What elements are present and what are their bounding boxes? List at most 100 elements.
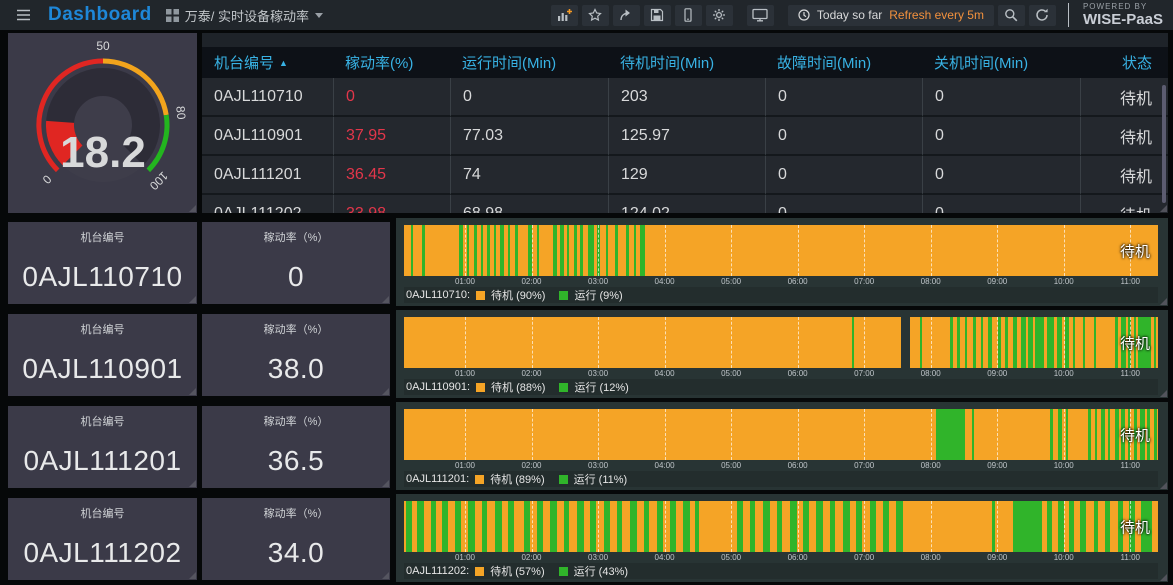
col-header-fault-time[interactable]: 故障时间(Min) [765, 47, 922, 78]
breadcrumb[interactable]: 万泰/ 实时设备稼动率 [165, 6, 323, 25]
card-title[interactable]: 稼动率（%） [202, 505, 390, 521]
resize-handle[interactable] [382, 296, 389, 303]
run-segment [410, 225, 413, 276]
run-segment [487, 225, 491, 276]
machine-id-card: 机台编号 0AJL110710 [8, 222, 197, 304]
card-title[interactable]: 稼动率（%） [202, 229, 390, 245]
resize-handle[interactable] [189, 205, 196, 212]
hour-gridline [864, 409, 866, 460]
time-range-picker[interactable]: Today so far Refresh every 5m [787, 4, 994, 26]
col-header-machine-id[interactable]: 机台编号 ▲ [202, 47, 333, 78]
legend-run[interactable]: 运行 (43%) [574, 563, 628, 579]
time-tick-label: 04:00 [654, 553, 675, 562]
legend-standby[interactable]: 待机 (57%) [490, 563, 544, 579]
resize-handle[interactable] [189, 572, 196, 579]
standby-swatch[interactable] [476, 290, 486, 300]
time-tick-label: 06:00 [787, 461, 808, 470]
standby-swatch[interactable] [476, 382, 486, 392]
run-segment [537, 501, 543, 552]
hour-gridline [1063, 501, 1065, 552]
card-title[interactable]: 机台编号 [8, 505, 197, 521]
current-state-label: 待机 [1119, 335, 1150, 352]
hour-gridline [997, 225, 999, 276]
standby-swatch[interactable] [475, 474, 485, 484]
navbar-actions: Today so far Refresh every 5m POWERED BY… [550, 3, 1165, 27]
legend-run[interactable]: 运行 (9%) [574, 287, 622, 303]
timeline-panel-0AJL111201: 待机 01:00 02:00 03:00 04:00 05:00 06:00 07:00 08… [396, 402, 1168, 490]
col-header-run-time[interactable]: 运行时间(Min) [450, 47, 608, 78]
card-title[interactable]: 机台编号 [8, 413, 197, 429]
resize-handle[interactable] [1160, 482, 1167, 489]
col-header-status[interactable]: 状态 [1080, 47, 1168, 78]
col-header-standby-time[interactable]: 待机时间(Min) [608, 47, 765, 78]
status-timeline: 待机 [404, 501, 1158, 552]
refresh-button[interactable] [1028, 4, 1056, 26]
col-header-off-time[interactable]: 关机时间(Min) [922, 47, 1080, 78]
card-title[interactable]: 机台编号 [8, 321, 197, 337]
save-button[interactable] [643, 4, 671, 26]
time-tick-label: 07:00 [854, 553, 875, 562]
run-swatch[interactable] [558, 566, 568, 576]
legend-standby[interactable]: 待机 (89%) [490, 471, 544, 487]
run-segment [455, 501, 461, 552]
time-tick-label: 07:00 [854, 461, 875, 470]
run-swatch[interactable] [559, 290, 569, 300]
resize-handle[interactable] [1160, 298, 1167, 305]
resize-handle[interactable] [382, 572, 389, 579]
cell-off-time: 0 [922, 78, 1080, 117]
run-segment [980, 317, 983, 368]
resize-handle[interactable] [1160, 205, 1167, 212]
svg-text:80: 80 [173, 105, 188, 120]
resize-handle[interactable] [189, 296, 196, 303]
hour-gridline [464, 501, 466, 552]
hour-gridline [997, 501, 999, 552]
hour-gridline [664, 409, 666, 460]
legend-run[interactable]: 运行 (12%) [574, 379, 628, 395]
cell-fault-time: 0 [765, 156, 922, 195]
hour-gridline [731, 409, 733, 460]
run-segment [1057, 317, 1062, 368]
resize-handle[interactable] [1160, 574, 1167, 581]
card-title[interactable]: 机台编号 [8, 229, 197, 245]
refresh-interval-label: Refresh every 5m [889, 8, 984, 22]
chevron-down-icon [314, 12, 323, 18]
run-segment [972, 317, 977, 368]
search-button[interactable] [997, 4, 1025, 26]
card-title[interactable]: 稼动率（%） [202, 321, 390, 337]
col-header-utilization[interactable]: 稼动率(%) [333, 47, 450, 78]
resize-handle[interactable] [1160, 390, 1167, 397]
tv-kiosk-button[interactable] [746, 4, 774, 26]
card-title[interactable]: 稼动率（%） [202, 413, 390, 429]
star-button[interactable] [581, 4, 609, 26]
menu-icon[interactable] [8, 3, 38, 27]
run-swatch[interactable] [558, 474, 568, 484]
add-panel-button[interactable] [550, 4, 578, 26]
table-scrollbar[interactable] [1162, 85, 1166, 203]
resize-handle[interactable] [382, 388, 389, 395]
run-segment [508, 225, 511, 276]
resize-handle[interactable] [189, 480, 196, 487]
time-tick-label: 04:00 [654, 369, 675, 378]
mobile-button[interactable] [674, 4, 702, 26]
time-tick-label: 03:00 [588, 461, 609, 470]
app-logo[interactable]: Dashboard [48, 4, 152, 26]
timeline-panel-0AJL110710: 待机 01:00 02:00 03:00 04:00 05:00 06:00 07:00 08… [396, 218, 1168, 306]
share-button[interactable] [612, 4, 640, 26]
run-segment [537, 225, 540, 276]
current-state-label: 待机 [1119, 243, 1150, 260]
run-segment [630, 501, 637, 552]
legend-standby[interactable]: 待机 (90%) [491, 287, 545, 303]
legend-standby[interactable]: 待机 (88%) [491, 379, 545, 395]
machine-status-table-panel: 机台编号 ▲ 稼动率(%) 运行时间(Min) 待机时间(Min) 故障时间(Mi… [202, 33, 1168, 213]
utilization-gauge: 0 50 80 100 18.2 [8, 33, 197, 216]
time-tick-label: 01:00 [454, 369, 475, 378]
run-segment [1047, 317, 1054, 368]
resize-handle[interactable] [189, 388, 196, 395]
resize-handle[interactable] [382, 480, 389, 487]
run-swatch[interactable] [559, 382, 569, 392]
standby-swatch[interactable] [475, 566, 485, 576]
settings-gear-button[interactable] [705, 4, 733, 26]
top-navbar: Dashboard 万泰/ 实时设备稼动率 Today so far Refre… [0, 0, 1173, 30]
run-segment [494, 501, 502, 552]
legend-run[interactable]: 运行 (11%) [574, 471, 628, 487]
